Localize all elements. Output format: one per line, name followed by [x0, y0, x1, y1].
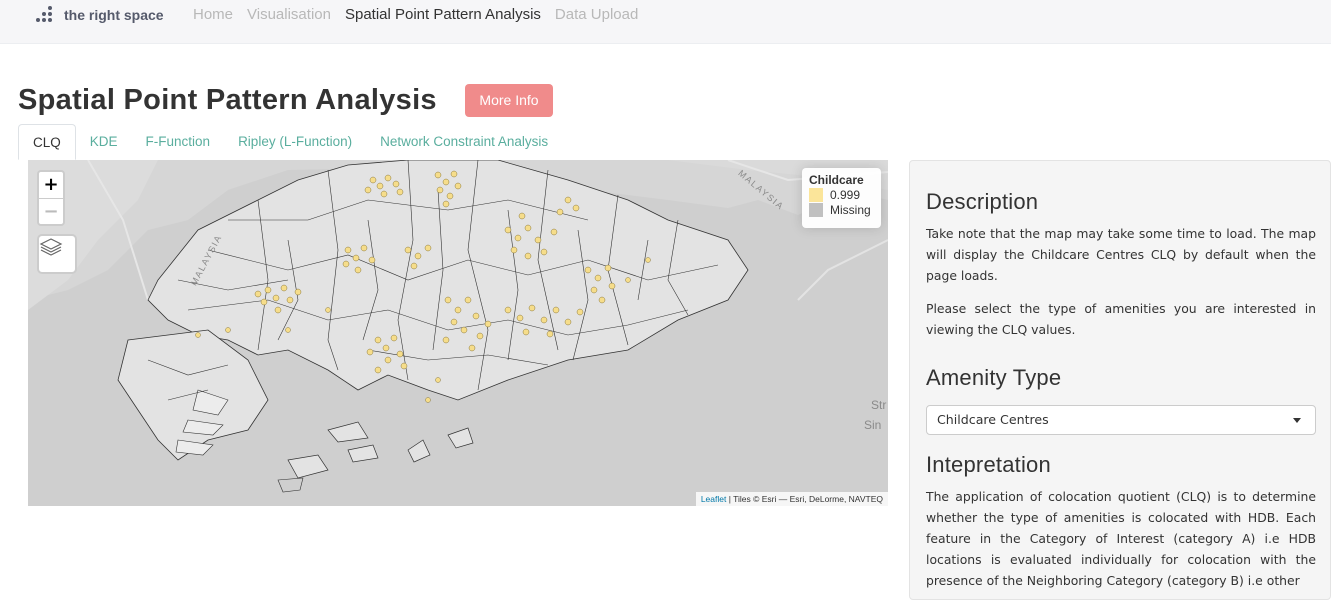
tab-kde[interactable]: KDE: [76, 124, 132, 160]
brand-name: the right space: [64, 7, 164, 23]
nav-link-visualisation[interactable]: Visualisation: [247, 6, 331, 23]
nav-link-home[interactable]: Home: [193, 6, 233, 23]
map-legend: Childcare 0.999 Missing: [802, 168, 881, 228]
tab-ripley-l-function[interactable]: Ripley (L-Function): [224, 124, 366, 160]
more-info-button[interactable]: More Info: [465, 84, 553, 117]
page-title: Spatial Point Pattern Analysis: [18, 84, 437, 116]
map-canvas: [28, 160, 888, 506]
nav-link-data-upload[interactable]: Data Upload: [555, 6, 638, 23]
legend-swatch: [809, 202, 823, 217]
tab-clq[interactable]: CLQ: [18, 124, 76, 160]
legend-swatch: [809, 187, 823, 202]
layers-control[interactable]: [37, 234, 77, 274]
attribution-text: | Tiles © Esri — Esri, DeLorme, NAVTEQ: [728, 494, 883, 504]
sidebar-panel: Description Take note that the map may t…: [909, 160, 1331, 600]
amenity-type-heading: Amenity Type: [926, 365, 1062, 390]
navbar: the right space Home Visualisation Spati…: [0, 0, 1331, 44]
caret-down-icon: [1293, 418, 1301, 423]
amenity-type-select[interactable]: Childcare Centres: [926, 405, 1316, 435]
nav-links: Home Visualisation Spatial Point Pattern…: [193, 6, 638, 23]
legend-title: Childcare: [809, 173, 864, 187]
map-label-strait: Str: [871, 398, 887, 412]
map-attribution: Leaflet | Tiles © Esri — Esri, DeLorme, …: [695, 492, 888, 506]
dots-logo-icon: [36, 6, 56, 24]
description-text: Take note that the map may take some tim…: [926, 226, 1316, 283]
legend-label: Missing: [830, 202, 871, 217]
amenity-type-selected-value: Childcare Centres: [937, 412, 1049, 427]
tab-network-constraint-analysis[interactable]: Network Constraint Analysis: [366, 124, 562, 160]
legend-item: Missing: [809, 202, 874, 217]
legend-item: 0.999: [809, 187, 874, 202]
leaflet-link[interactable]: Leaflet: [701, 494, 727, 504]
description-instruction: Please select the type of amenities you …: [926, 301, 1316, 337]
zoom-in-button[interactable]: +: [39, 172, 63, 198]
clq-map[interactable]: MALAYSIA MALAYSIA Str Sin + − Childcare …: [28, 160, 888, 506]
analysis-tabs: CLQ KDE F-Function Ripley (L-Function) N…: [18, 124, 888, 160]
map-label-singapore: Sin: [864, 418, 882, 432]
zoom-out-button[interactable]: −: [39, 198, 63, 224]
interpretation-text: The application of colocation quotient (…: [926, 489, 1316, 588]
interpretation-heading: Intepretation: [926, 452, 1051, 477]
zoom-control: + −: [37, 170, 65, 226]
brand[interactable]: the right space: [36, 6, 164, 24]
nav-link-spatial-point-pattern-analysis[interactable]: Spatial Point Pattern Analysis: [345, 6, 541, 23]
legend-label: 0.999: [830, 187, 861, 202]
layers-icon: [39, 238, 63, 256]
tab-f-function[interactable]: F-Function: [132, 124, 225, 160]
description-heading: Description: [926, 189, 1039, 214]
